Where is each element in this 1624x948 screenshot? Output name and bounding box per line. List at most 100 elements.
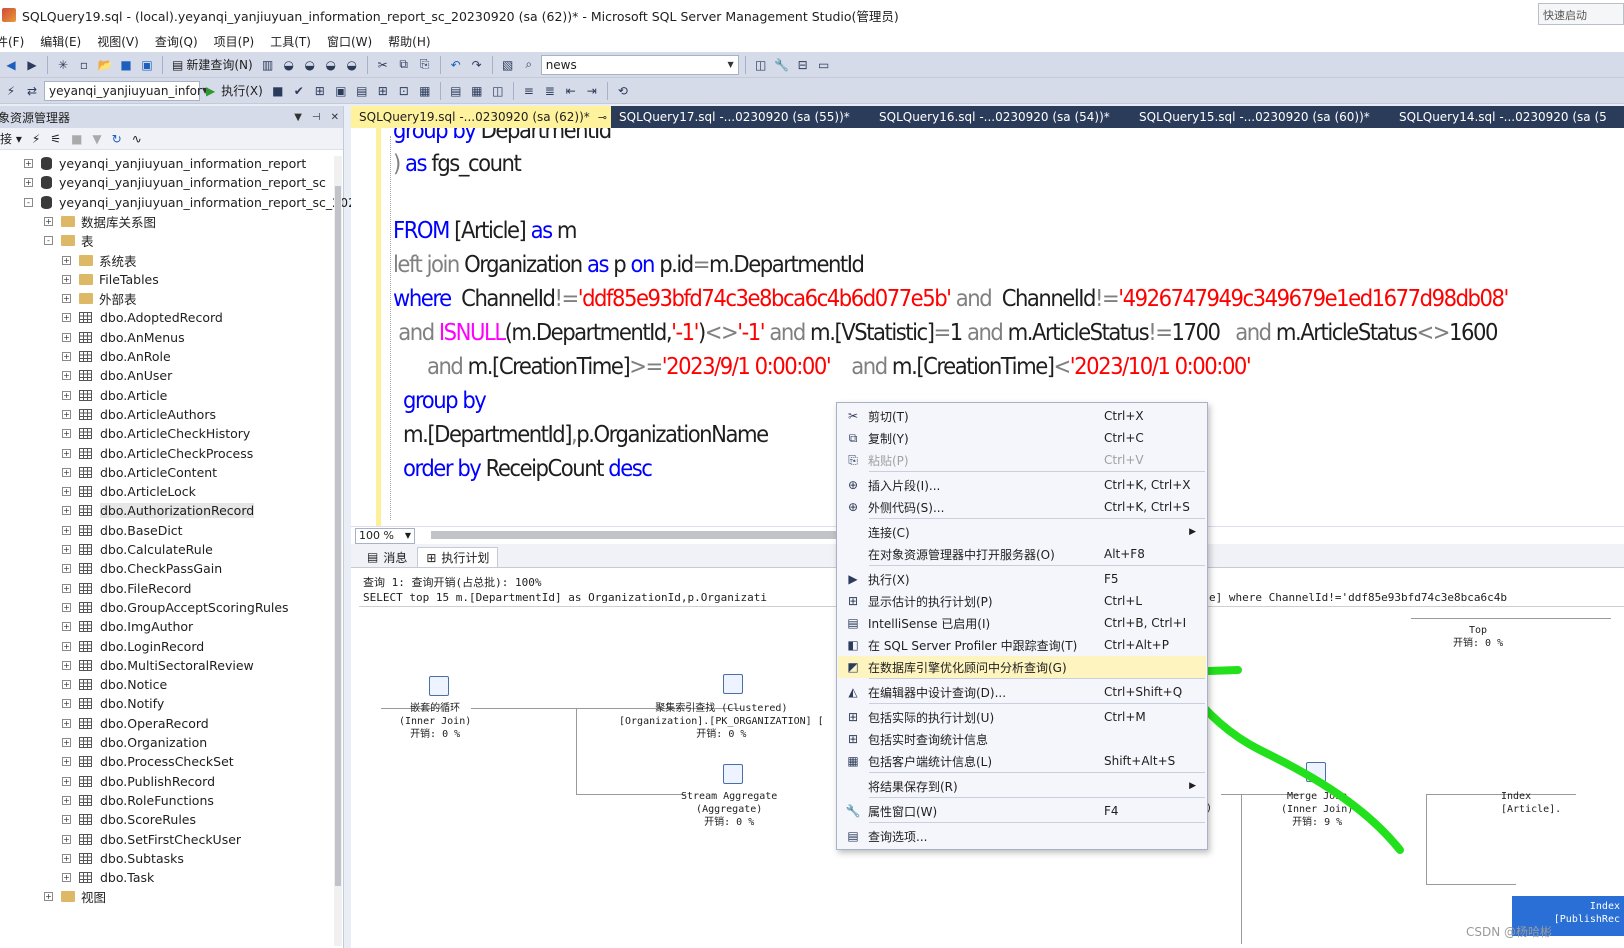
menu-view[interactable]: 视图(V) bbox=[88, 33, 146, 50]
disconnect-icon[interactable]: ⚟ bbox=[50, 132, 61, 146]
query-designer-icon[interactable]: ▣ bbox=[332, 82, 350, 100]
expand-icon[interactable]: + bbox=[24, 159, 33, 168]
tree-node[interactable]: + dbo.PublishRecord bbox=[62, 772, 215, 791]
open-file-icon[interactable]: 📂 bbox=[96, 56, 114, 74]
expand-icon[interactable]: + bbox=[62, 641, 71, 651]
context-menu-item[interactable]: ⊞ 包括实际的执行计划(U) Ctrl+M bbox=[838, 706, 1206, 728]
menu-file[interactable]: 件(F) bbox=[0, 33, 31, 50]
client-stats-icon[interactable]: ▦ bbox=[416, 82, 434, 100]
horizontal-scrollbar[interactable] bbox=[431, 531, 851, 539]
tree-node[interactable]: + dbo.AnMenus bbox=[62, 328, 185, 347]
expand-icon[interactable]: + bbox=[62, 602, 71, 612]
expand-icon[interactable]: + bbox=[62, 776, 71, 786]
tab-messages[interactable]: ▤ 消息 bbox=[359, 547, 415, 567]
comment-icon[interactable]: ≡ bbox=[520, 82, 538, 100]
plan-node-clustered-seek[interactable]: 聚集索引查找 (Clustered) [Organization].[PK_OR… bbox=[619, 702, 824, 741]
change-connection-icon[interactable]: ⇄ bbox=[23, 82, 41, 100]
context-menu-item[interactable]: 将结果保存到(R) ▶ bbox=[838, 775, 1206, 797]
tree-node[interactable]: + dbo.AdoptedRecord bbox=[62, 308, 223, 327]
tree-node[interactable]: + dbo.Task bbox=[62, 868, 154, 887]
menu-project[interactable]: 项目(P) bbox=[205, 33, 262, 50]
context-menu-item[interactable]: ▤ IntelliSense 已启用(I) Ctrl+B, Ctrl+I bbox=[838, 612, 1206, 634]
tree-node[interactable]: + dbo.ScoreRules bbox=[62, 810, 196, 829]
tree-node[interactable]: + yeyanqi_yanjiuyuan_information_report bbox=[24, 154, 306, 173]
context-menu-item[interactable]: ◧ 在 SQL Server Profiler 中跟踪查询(T) Ctrl+Alt+… bbox=[838, 634, 1206, 656]
display-plan-icon[interactable]: ⊞ bbox=[311, 82, 329, 100]
tree-node[interactable]: + yeyanqi_yanjiuyuan_information_report_s… bbox=[24, 173, 326, 192]
tree-node[interactable]: + dbo.ImgAuthor bbox=[62, 617, 193, 636]
expand-icon[interactable]: + bbox=[24, 178, 33, 188]
document-tab[interactable]: SQLQuery19.sql -...0230920 (sa (62))* ⊸ ✕ bbox=[351, 106, 624, 128]
activity-monitor-icon[interactable]: ▧ bbox=[499, 56, 517, 74]
expand-icon[interactable]: + bbox=[62, 583, 71, 593]
db-query-icon[interactable]: ▥ bbox=[259, 56, 277, 74]
pin-icon[interactable]: ⊣ bbox=[312, 112, 321, 123]
object-explorer-scrollbar[interactable] bbox=[334, 156, 342, 946]
tree-node[interactable]: + dbo.LoginRecord bbox=[62, 637, 204, 656]
activity-icon[interactable]: ∿ bbox=[132, 132, 142, 146]
uncomment-icon[interactable]: ≣ bbox=[541, 82, 559, 100]
include-plan-icon[interactable]: ⊞ bbox=[374, 82, 392, 100]
expand-icon[interactable]: + bbox=[62, 795, 71, 805]
document-tab[interactable]: SQLQuery17.sql -...0230920 (sa (55))* bbox=[611, 106, 871, 128]
context-menu-item[interactable]: ⊞ 包括实时查询统计信息 bbox=[838, 728, 1206, 750]
execute-button[interactable]: ▶ 执行(X) bbox=[203, 82, 266, 99]
plan-node-stream-aggregate[interactable]: Stream Aggregate (Aggregate) 开销: 0 % bbox=[681, 790, 777, 829]
connect-icon[interactable]: ⚡ bbox=[2, 82, 20, 100]
plan-node-nested-loops[interactable]: 嵌套的循环 (Inner Join) 开销: 0 % bbox=[399, 702, 471, 741]
tree-node[interactable]: + dbo.OperaRecord bbox=[62, 714, 209, 733]
tree-node[interactable]: + 外部表 bbox=[62, 289, 137, 308]
tree-node[interactable]: + dbo.ArticleLock bbox=[62, 482, 196, 501]
paste-icon[interactable]: ⎘ bbox=[416, 56, 434, 74]
expand-icon[interactable]: + bbox=[62, 352, 71, 361]
results-grid-icon[interactable]: ▦ bbox=[468, 82, 486, 100]
intellisense-icon[interactable]: ▤ bbox=[353, 82, 371, 100]
xmla-query-icon[interactable]: ◒ bbox=[322, 56, 340, 74]
expand-icon[interactable]: + bbox=[62, 390, 71, 400]
tree-node[interactable]: + dbo.FileRecord bbox=[62, 579, 191, 598]
decrease-indent-icon[interactable]: ⇤ bbox=[562, 82, 580, 100]
expand-icon[interactable]: + bbox=[62, 564, 71, 574]
menu-tools[interactable]: 工具(T) bbox=[261, 33, 318, 50]
dax-query-icon[interactable]: ◒ bbox=[343, 56, 361, 74]
results-text-icon[interactable]: ▤ bbox=[447, 82, 465, 100]
stop-icon[interactable]: ■ bbox=[71, 132, 82, 146]
expand-icon[interactable]: + bbox=[62, 429, 71, 439]
document-tab[interactable]: SQLQuery15.sql -...0230920 (sa (60))* bbox=[1131, 106, 1391, 128]
tree-node[interactable]: -表 bbox=[44, 231, 94, 250]
undo-icon[interactable]: ↶ bbox=[447, 56, 465, 74]
connect-plug-icon[interactable]: ⚡ bbox=[32, 132, 40, 146]
plan-node-index-right[interactable]: Index [Article]. bbox=[1501, 790, 1561, 816]
context-menu-item[interactable]: ⧉ 复制(Y) Ctrl+C bbox=[838, 427, 1206, 449]
new-query-button[interactable]: ▤ 新建查询(N) bbox=[169, 56, 256, 73]
new-project-icon[interactable]: ✳ bbox=[54, 56, 72, 74]
tree-node[interactable]: + dbo.Subtasks bbox=[62, 849, 184, 868]
context-menu-item[interactable]: ⊕ 插入片段(I)... Ctrl+K, Ctrl+X bbox=[838, 474, 1206, 496]
tree-node[interactable]: + dbo.BaseDict bbox=[62, 521, 183, 540]
tree-node[interactable]: + dbo.Article bbox=[62, 386, 167, 405]
expand-icon[interactable]: + bbox=[62, 718, 71, 728]
nested-loops-icon[interactable] bbox=[429, 676, 449, 696]
filter-icon[interactable]: ▼ bbox=[92, 132, 101, 146]
document-tab[interactable]: SQLQuery16.sql -...0230920 (sa (54))* bbox=[871, 106, 1131, 128]
tree-node[interactable]: + 视图 bbox=[44, 887, 106, 906]
tree-node[interactable]: + dbo.Notify bbox=[62, 694, 164, 713]
save-icon[interactable]: ■ bbox=[117, 56, 135, 74]
clustered-index-seek-icon[interactable] bbox=[723, 674, 743, 694]
menu-edit[interactable]: 编辑(E) bbox=[31, 33, 88, 50]
expand-icon[interactable]: + bbox=[62, 371, 71, 381]
expand-icon[interactable]: + bbox=[62, 757, 71, 767]
solution-explorer-icon[interactable]: ◫ bbox=[752, 56, 770, 74]
tree-node[interactable]: + dbo.Notice bbox=[62, 675, 167, 694]
context-menu-item[interactable]: ✂ 剪切(T) Ctrl+X bbox=[838, 405, 1206, 427]
live-stats-icon[interactable]: ⊡ bbox=[395, 82, 413, 100]
context-menu-item[interactable]: ⊕ 外侧代码(S)... Ctrl+K, Ctrl+S bbox=[838, 496, 1206, 518]
tree-node[interactable]: + dbo.MultiSectoralReview bbox=[62, 656, 254, 675]
expand-icon[interactable]: + bbox=[62, 255, 71, 265]
context-menu-item[interactable]: 连接(C) ▶ bbox=[838, 521, 1206, 543]
command-window-icon[interactable]: ▭ bbox=[815, 56, 833, 74]
connect-button[interactable]: 接 ▾ bbox=[0, 130, 22, 147]
expand-icon[interactable]: + bbox=[62, 487, 71, 497]
pin-icon[interactable]: ⊸ bbox=[598, 111, 607, 124]
expand-icon[interactable]: + bbox=[62, 545, 71, 554]
